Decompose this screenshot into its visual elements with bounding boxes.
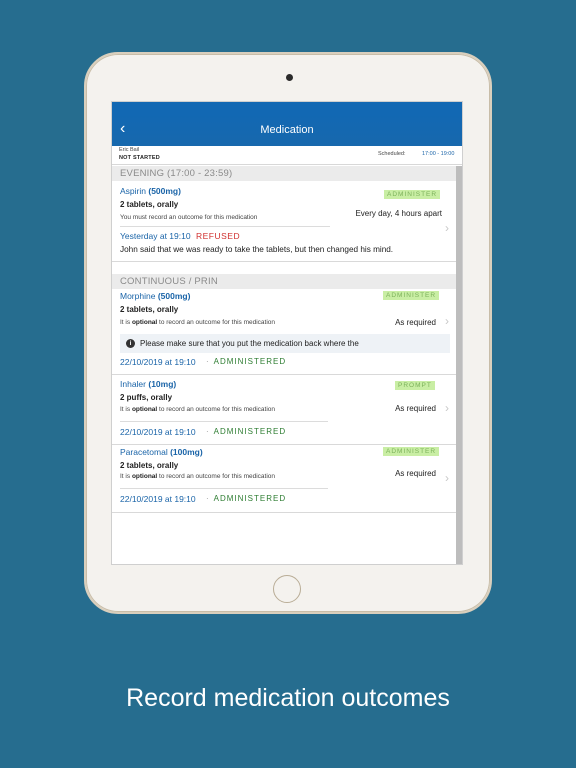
- med-row-morphine[interactable]: Morphine (500mg) 2 tablets, orally It is…: [112, 289, 458, 375]
- scheduled-label: Scheduled:: [378, 151, 406, 157]
- page-title: Medication: [260, 124, 314, 136]
- med-frequency: As required: [395, 318, 436, 327]
- med-note: You must record an outcome for this medi…: [120, 214, 258, 221]
- last-outcome-time: 22/10/2019 at 19:10: [120, 427, 196, 437]
- med-note: It is optional to record an outcome for …: [120, 473, 276, 480]
- med-frequency: As required: [395, 404, 436, 413]
- med-dose: 2 tablets, orally: [120, 305, 179, 314]
- med-name: Aspirin (500mg): [120, 186, 181, 196]
- outcome-refused: REFUSED: [196, 231, 241, 241]
- section-header-evening: EVENING (17:00 - 23:59): [112, 166, 458, 181]
- med-name: Morphine (500mg): [120, 291, 191, 301]
- administer-badge[interactable]: ADMINISTER: [383, 447, 440, 456]
- chevron-right-icon: ›: [445, 471, 449, 485]
- app-screen: ‹ Medication Eric Bail NOT STARTED Sched…: [111, 101, 463, 565]
- outcome-administered: · ADMINISTERED: [206, 494, 287, 503]
- outcome-administered: · ADMINISTERED: [206, 427, 287, 436]
- med-row-inhaler[interactable]: Inhaler (10mg) 2 puffs, orally It is opt…: [112, 375, 458, 445]
- prompt-badge[interactable]: PROMPT: [395, 381, 435, 390]
- scheduled-value: 17:00 - 19:00: [422, 151, 455, 157]
- last-outcome-time: 22/10/2019 at 19:10: [120, 357, 196, 367]
- chevron-right-icon: ›: [445, 401, 449, 415]
- info-icon: i: [126, 339, 135, 348]
- med-row-paracetomal[interactable]: Paracetomal (100mg) 2 tablets, orally It…: [112, 445, 458, 513]
- outcome-comment: John said that we was ready to take the …: [120, 245, 394, 254]
- med-note: It is optional to record an outcome for …: [120, 406, 276, 413]
- med-frequency: Every day, 4 hours apart: [355, 209, 442, 218]
- caption: Record medication outcomes: [126, 684, 450, 712]
- med-name: Paracetomal (100mg): [120, 447, 203, 457]
- divider: [120, 421, 328, 422]
- divider: [120, 488, 328, 489]
- med-dose: 2 puffs, orally: [120, 393, 173, 402]
- section-header-continuous: CONTINUOUS / PRIN: [112, 274, 458, 289]
- outcome-administered: · ADMINISTERED: [206, 357, 287, 366]
- chevron-right-icon: ›: [445, 221, 449, 235]
- med-frequency: As required: [395, 469, 436, 478]
- home-button[interactable]: [273, 575, 301, 603]
- med-name: Inhaler (10mg): [120, 379, 177, 389]
- med-note: It is optional to record an outcome for …: [120, 319, 276, 326]
- last-outcome-time: 22/10/2019 at 19:10: [120, 494, 196, 504]
- camera-icon: [286, 74, 293, 81]
- navigation-bar: ‹ Medication: [112, 114, 462, 146]
- patient-name: Eric Bail: [119, 147, 140, 153]
- patient-status: NOT STARTED: [119, 155, 160, 161]
- last-outcome-time: Yesterday at 19:10: [120, 231, 191, 241]
- administer-badge[interactable]: ADMINISTER: [384, 190, 441, 199]
- medication-list: EVENING (17:00 - 23:59) Aspirin (500mg) …: [112, 166, 458, 564]
- med-row-aspirin[interactable]: Aspirin (500mg) 2 tablets, orally You mu…: [112, 181, 458, 262]
- med-dose: 2 tablets, orally: [120, 461, 179, 470]
- scrollbar[interactable]: [456, 166, 462, 564]
- administer-badge[interactable]: ADMINISTER: [383, 291, 440, 300]
- status-bar: [112, 102, 462, 114]
- divider: [120, 226, 330, 227]
- tablet-frame: ‹ Medication Eric Bail NOT STARTED Sched…: [84, 52, 492, 614]
- info-message: i Please make sure that you put the medi…: [120, 334, 450, 353]
- med-dose: 2 tablets, orally: [120, 200, 179, 209]
- patient-bar: Eric Bail NOT STARTED Scheduled: 17:00 -…: [112, 146, 462, 165]
- chevron-right-icon: ›: [445, 314, 449, 328]
